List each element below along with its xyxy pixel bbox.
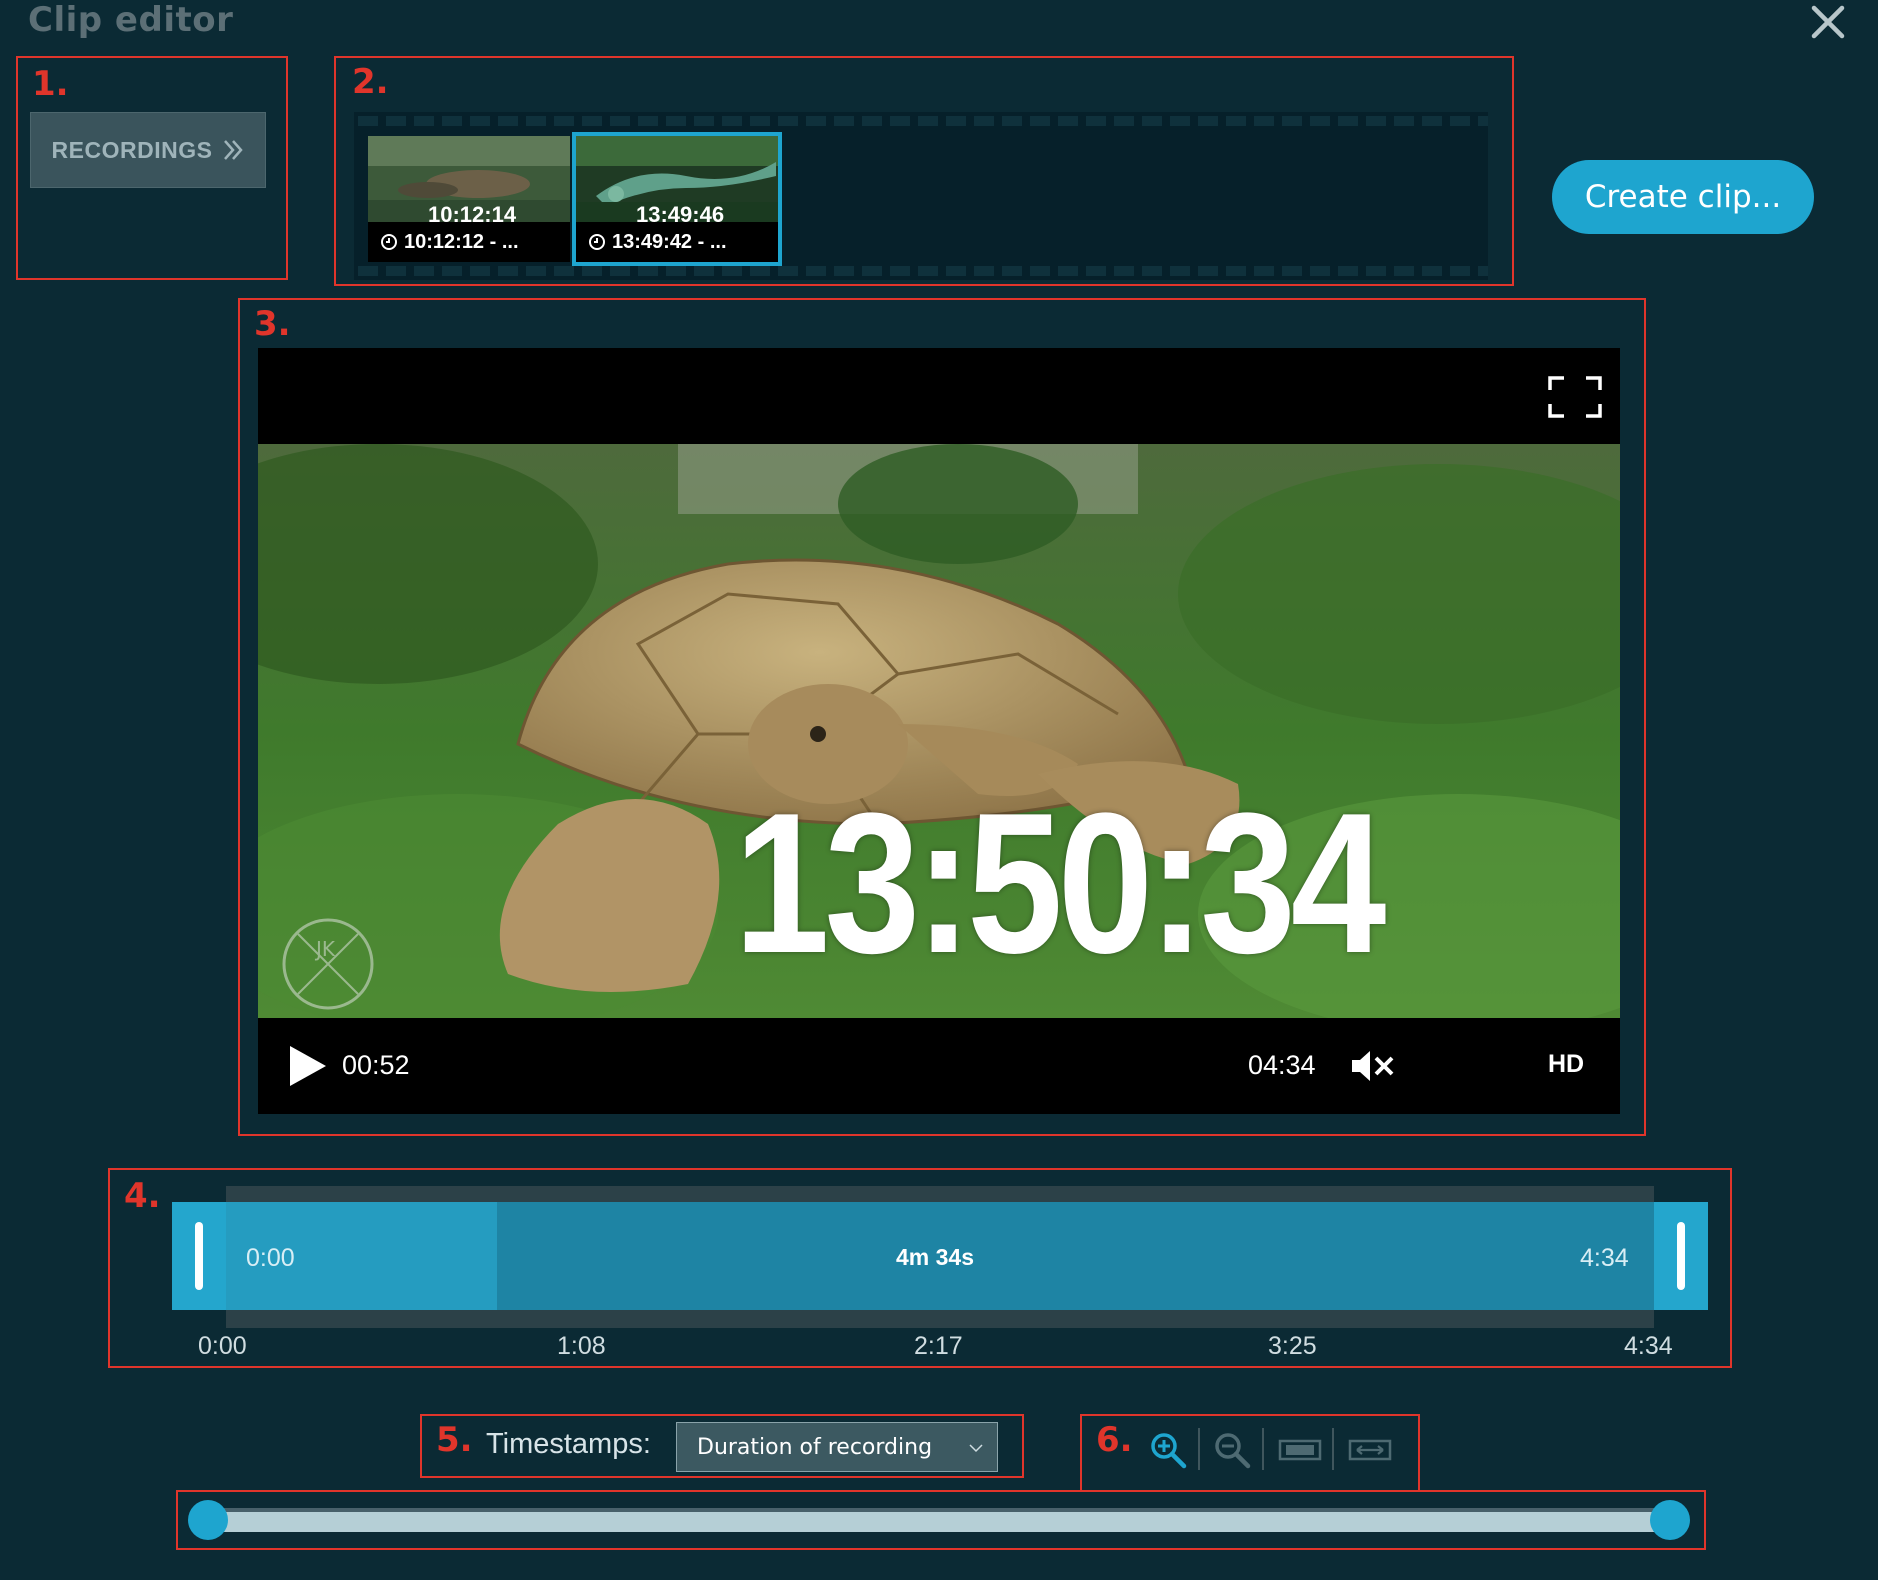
recordings-filmstrip: 10:12:14 10:12:12 - ... 13:49:46 13:49:4…: [354, 112, 1488, 280]
annotation-number: 3.: [254, 304, 291, 344]
handle-grip: [1677, 1222, 1685, 1290]
zoom-range-track[interactable]: [206, 1510, 1672, 1532]
timeline-tick-label: 1:08: [557, 1332, 606, 1360]
zoom-out-icon: [1215, 1433, 1251, 1469]
close-button[interactable]: [1804, 0, 1852, 48]
recordings-label: RECORDINGS: [51, 136, 213, 163]
expand-range-button[interactable]: [1344, 1428, 1396, 1472]
chevron-down-icon: [969, 1444, 983, 1453]
clip-end-time: 4:34: [1580, 1244, 1629, 1272]
film-sprocket-top: [354, 116, 1488, 126]
timeline-tick-label: 3:25: [1268, 1332, 1317, 1360]
fit-clip-button[interactable]: [1274, 1428, 1326, 1472]
thumbnail-image: 10:12:14: [368, 136, 570, 222]
player-controls: 00:52 04:34 HD: [258, 1018, 1620, 1114]
thumbnail-caption: 10:12:12 - ...: [368, 222, 570, 262]
video-player[interactable]: JK 13:50:34 00:52 04:34 HD: [258, 348, 1620, 1114]
annotation-number: 1.: [32, 64, 69, 104]
video-timestamp-overlay: 13:50:34: [734, 772, 1386, 995]
clip-end-handle[interactable]: [1654, 1202, 1708, 1310]
film-sprocket-bottom: [354, 266, 1488, 276]
thumbnail-time: 10:12:12 - ...: [404, 230, 519, 253]
annotation-number: 4.: [124, 1176, 161, 1216]
page-title: Clip editor: [28, 0, 234, 40]
annotation-number: 6.: [1096, 1420, 1133, 1460]
clock-icon: [381, 234, 397, 250]
zoom-range-start-knob[interactable]: [188, 1500, 228, 1540]
fullscreen-icon: [1548, 376, 1602, 418]
muted-speaker-icon: [1352, 1051, 1394, 1081]
tool-divider: [1262, 1428, 1264, 1470]
timestamps-select[interactable]: Duration of recording: [676, 1422, 998, 1472]
timestamps-label: Timestamps:: [486, 1428, 651, 1460]
mute-button[interactable]: [1350, 1046, 1398, 1086]
thumbnail-time: 13:49:42 - ...: [612, 230, 727, 253]
clock-icon: [589, 234, 605, 250]
annotation-number: 2.: [352, 62, 389, 102]
thumbnail-caption: 13:49:42 - ...: [576, 222, 778, 262]
zoom-range-track-edge: [206, 1508, 1672, 1512]
timestamps-selected-value: Duration of recording: [697, 1434, 933, 1460]
annotation-number: 5.: [436, 1420, 473, 1460]
handle-grip: [195, 1222, 203, 1290]
fullscreen-button[interactable]: [1548, 376, 1602, 418]
thumbnail-overlay-text: 13:49:46: [636, 202, 724, 222]
clip-length: 4m 34s: [896, 1244, 975, 1270]
tool-divider: [1198, 1428, 1200, 1470]
fit-width-icon: [1278, 1439, 1322, 1461]
quality-hd-button[interactable]: HD: [1548, 1050, 1584, 1079]
zoom-in-button[interactable]: [1146, 1428, 1190, 1472]
tool-divider: [1332, 1428, 1334, 1470]
current-time: 00:52: [342, 1050, 410, 1080]
thumbnail-image: 13:49:46: [576, 136, 778, 222]
expand-horizontal-icon: [1348, 1439, 1392, 1461]
zoom-range-end-knob[interactable]: [1650, 1500, 1690, 1540]
double-chevron-right-icon: [224, 140, 244, 160]
timeline-tick-label: 2:17: [914, 1332, 963, 1360]
timeline-tick-label: 4:34: [1624, 1332, 1673, 1360]
thumbnail-overlay-text: 10:12:14: [428, 202, 517, 222]
total-duration: 04:34: [1248, 1050, 1316, 1080]
svg-text:JK: JK: [314, 937, 336, 961]
clip-start-time: 0:00: [246, 1244, 295, 1272]
play-icon: [290, 1046, 326, 1086]
play-button[interactable]: [284, 1044, 328, 1088]
zoom-out-button[interactable]: [1210, 1428, 1254, 1472]
close-icon: [1811, 5, 1845, 39]
recordings-button[interactable]: RECORDINGS: [30, 112, 266, 188]
create-clip-button[interactable]: Create clip...: [1552, 160, 1814, 234]
timeline-tick-label: 0:00: [198, 1332, 247, 1360]
zoom-in-icon: [1151, 1433, 1187, 1469]
clip-start-handle[interactable]: [172, 1202, 226, 1310]
video-frame: JK 13:50:34: [258, 444, 1620, 1018]
recording-thumbnail-2[interactable]: 13:49:46 13:49:42 - ...: [572, 132, 782, 266]
recording-thumbnail-1[interactable]: 10:12:14 10:12:12 - ...: [368, 136, 570, 262]
